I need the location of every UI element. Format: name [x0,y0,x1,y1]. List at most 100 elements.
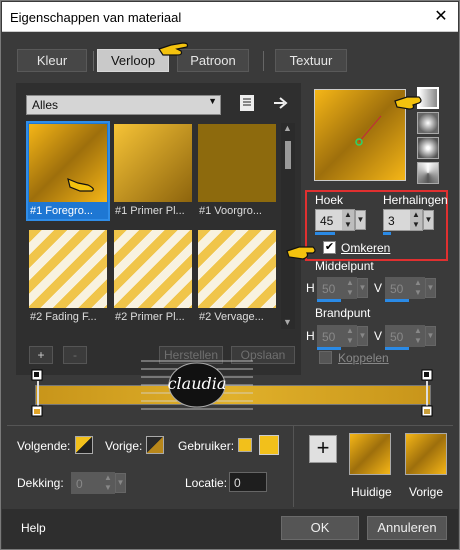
scrollbar-thumb[interactable] [285,141,291,169]
add-to-swatches-button[interactable]: + [309,435,337,463]
center-h-input[interactable]: 50 ▲ ▼ ▼ [317,277,368,299]
angle-input[interactable]: 45 ▲ ▼ ▼ [315,209,366,231]
chevron-down-icon[interactable]: ▼ [115,473,126,493]
tab-kleur[interactable]: Kleur [17,49,87,72]
chevron-down-icon: ▼ [208,96,217,106]
previous-label: Vorige [409,485,444,499]
add-stop-button[interactable]: + [29,346,53,364]
invert-checkbox[interactable]: ✔ [323,241,336,254]
arrow-right-icon[interactable] [273,95,291,111]
repeats-input[interactable]: 3 ▲ ▼ ▼ [383,209,434,231]
divider [7,425,453,426]
color-stop-marker[interactable] [421,405,433,419]
spinner-arrows-icon[interactable]: ▲ ▼ [412,278,424,298]
focal-v-value: 50 [390,330,404,344]
material-properties-dialog: Eigenschappen van materiaal ✕ Kleur Verl… [0,0,460,550]
center-h-slider[interactable] [317,299,341,302]
current-swatch[interactable] [349,433,391,475]
focal-h-slider[interactable] [317,347,341,350]
gradient-preview [29,230,107,308]
location-value: 0 [234,476,241,490]
thumbnail-label: #2 Fading F... [30,311,97,323]
focal-label: Brandpunt [315,306,371,320]
list-view-icon[interactable] [239,94,255,112]
category-select[interactable]: Alles ▼ [26,95,221,115]
angle-slider[interactable] [315,232,335,235]
pointer-hand-icon [67,178,94,192]
watermark-logo: claudia [141,360,253,410]
herhalingen-label: Herhalingen [383,193,448,207]
location-input[interactable]: 0 [229,472,267,492]
center-h-value: 50 [322,282,336,296]
repeats-slider[interactable] [383,232,391,235]
focal-v-input[interactable]: 50 ▲ ▼ ▼ [385,325,436,347]
spinner-arrows-icon[interactable]: ▲ ▼ [102,473,114,493]
spinner-arrows-icon[interactable]: ▲ ▼ [412,326,424,346]
gradient-thumbnail[interactable]: #2 Primer Pl... [113,229,193,325]
rectangular-style-button[interactable] [417,112,439,134]
chevron-down-icon[interactable]: ▼ [357,326,368,346]
current-label: Huidige [351,485,392,499]
opacity-value: 0 [76,477,83,491]
pointer-hand-icon [394,96,422,110]
color-stop-marker[interactable] [31,405,43,419]
previous-swatch[interactable] [405,433,447,475]
thumbnail-label: #1 Foregro... [30,205,93,217]
focal-h-input[interactable]: 50 ▲ ▼ ▼ [317,325,368,347]
center-v-slider[interactable] [385,299,409,302]
h-label: H [306,329,315,343]
thumbnail-label: #2 Vervage... [199,311,264,323]
v-label: V [374,329,383,343]
spinner-arrows-icon[interactable]: ▲ ▼ [342,210,354,230]
cancel-button[interactable]: Annuleren [367,516,447,540]
spinner-arrows-icon[interactable]: ▲ ▼ [344,278,356,298]
thumbnail-scrollbar[interactable]: ▲ ▼ [281,123,295,329]
chevron-down-icon[interactable]: ▼ [283,317,292,327]
chevron-down-icon[interactable]: ▼ [357,278,368,298]
opacity-input[interactable]: 0 ▲ ▼ ▼ [71,472,126,494]
radial-style-button[interactable] [417,137,439,159]
chevron-down-icon[interactable]: ▼ [355,210,366,230]
invert-label[interactable]: Omkeren [341,241,390,255]
gradient-thumbnail[interactable]: #1 Voorgro... [197,123,277,219]
chevron-down-icon[interactable]: ▼ [425,278,436,298]
center-v-value: 50 [390,282,404,296]
gradient-thumbnail[interactable]: #2 Fading F... [28,229,108,325]
hoek-label: Hoek [315,193,344,207]
category-value: Alles [32,98,59,112]
opacity-label: Dekking: [17,476,64,490]
gradient-thumbnail[interactable]: #1 Foregro... [26,121,110,221]
v-label: V [374,281,383,295]
h-label: H [306,281,315,295]
help-link[interactable]: Help [21,521,46,535]
pointer-hand-icon [158,42,189,56]
ok-button[interactable]: OK [281,516,359,540]
close-icon[interactable]: ✕ [430,6,452,28]
tab-divider [93,51,94,71]
gradient-thumbnail[interactable]: #1 Primer Pl... [113,123,193,219]
title-bar: Eigenschappen van materiaal ✕ [2,2,458,32]
link-label[interactable]: Koppelen [338,351,389,365]
spinner-arrows-icon[interactable]: ▲ ▼ [410,210,422,230]
center-v-input[interactable]: 50 ▲ ▼ ▼ [385,277,436,299]
thumbnail-label: #1 Voorgro... [199,205,262,217]
chevron-down-icon[interactable]: ▼ [423,210,434,230]
thumbnail-label: #1 Primer Pl... [115,205,185,217]
chevron-up-icon[interactable]: ▲ [283,123,292,133]
remove-stop-button[interactable]: - [63,346,87,364]
focal-v-slider[interactable] [385,347,409,350]
user-swatch[interactable] [238,438,252,452]
user-swatch[interactable] [259,435,279,455]
gradient-thumbnail[interactable]: #2 Vervage... [197,229,277,325]
spinner-arrows-icon[interactable]: ▲ ▼ [344,326,356,346]
link-checkbox[interactable] [319,351,332,364]
prev-label: Vorige: [105,439,143,453]
next-swatch[interactable] [75,436,93,454]
chevron-down-icon[interactable]: ▼ [425,326,436,346]
thumbnail-label: #2 Primer Pl... [115,311,185,323]
focal-h-value: 50 [322,330,336,344]
prev-swatch[interactable] [146,436,164,454]
tab-textuur[interactable]: Textuur [275,49,347,72]
sunburst-style-button[interactable] [417,162,439,184]
user-label: Gebruiker: [178,439,235,453]
